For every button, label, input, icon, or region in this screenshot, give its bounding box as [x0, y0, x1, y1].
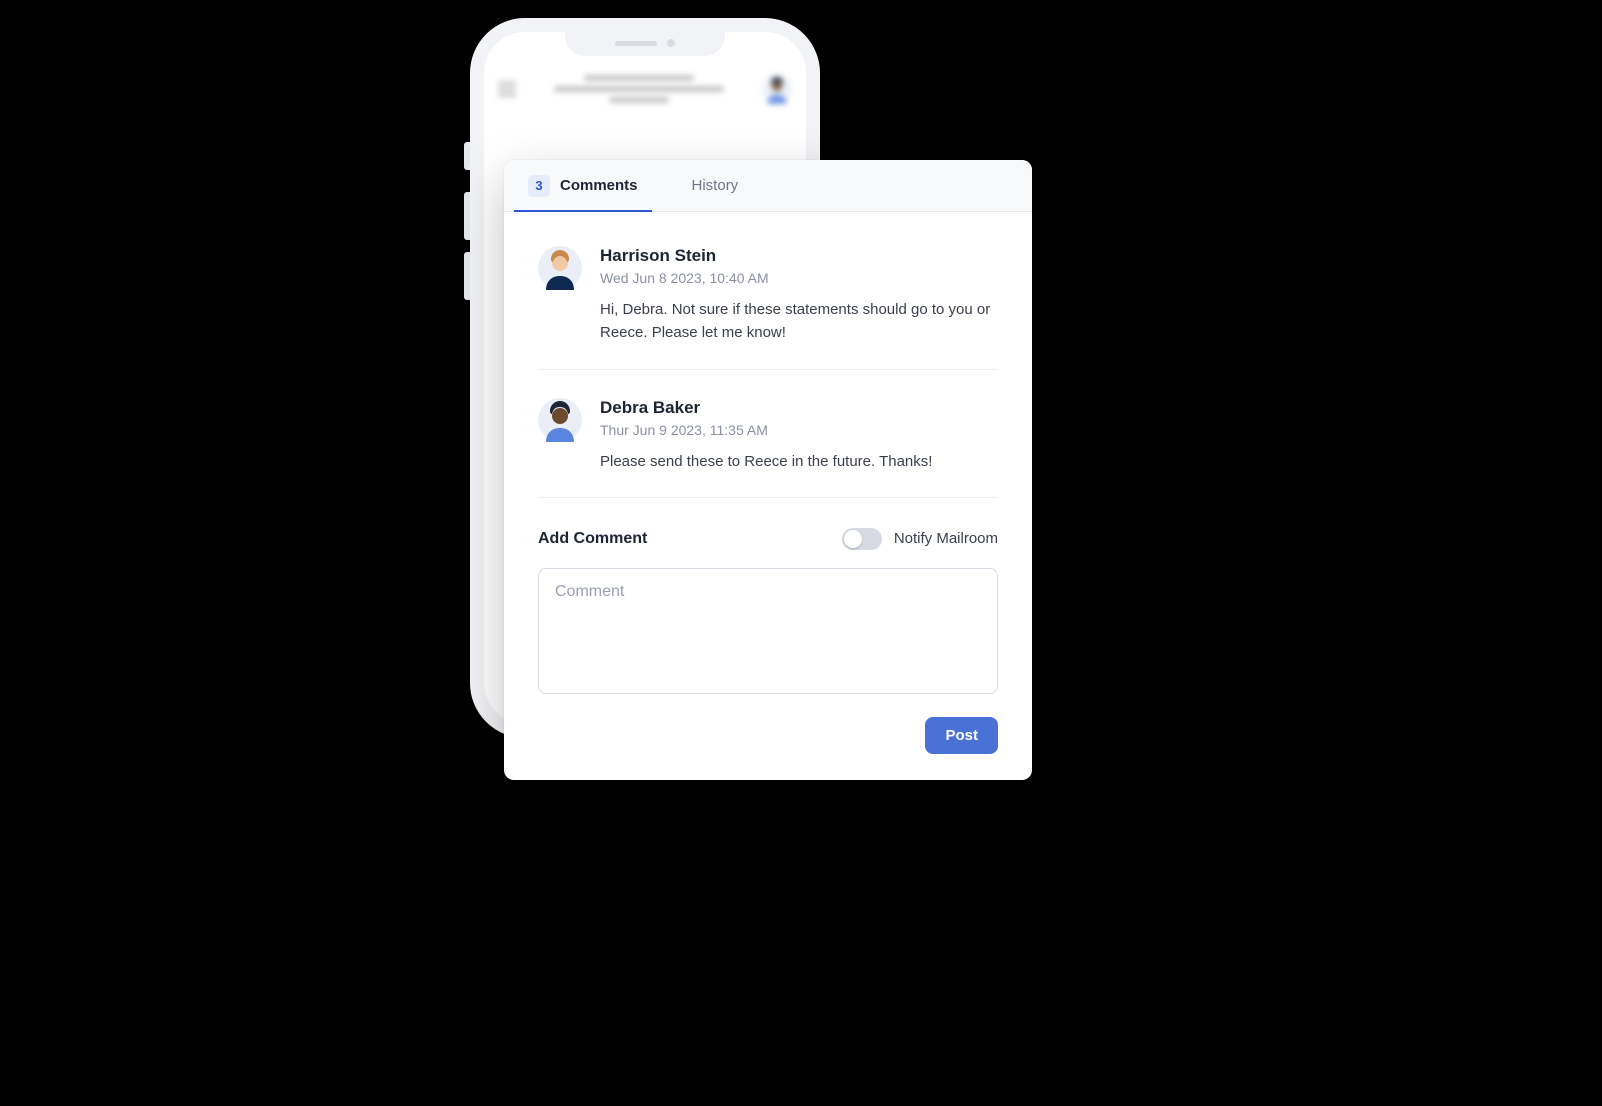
avatar — [538, 246, 582, 290]
comments-count-badge: 3 — [528, 175, 550, 197]
notify-mailroom-control: Notify Mailroom — [842, 528, 998, 550]
notify-mailroom-toggle[interactable] — [842, 528, 882, 550]
tab-bar: 3 Comments History — [504, 160, 1032, 212]
comment-item: Harrison Stein Wed Jun 8 2023, 10:40 AM … — [538, 218, 998, 370]
comments-list: Harrison Stein Wed Jun 8 2023, 10:40 AM … — [504, 212, 1032, 498]
notify-mailroom-label: Notify Mailroom — [894, 530, 998, 547]
add-comment-section: Add Comment Notify Mailroom Post — [504, 498, 1032, 780]
comments-panel: 3 Comments History Harrison Stein Wed Ju… — [504, 160, 1032, 780]
comment-timestamp: Thur Jun 9 2023, 11:35 AM — [600, 422, 998, 438]
comment-input[interactable] — [538, 568, 998, 694]
avatar — [538, 398, 582, 442]
add-comment-title: Add Comment — [538, 530, 647, 548]
tab-history[interactable]: History — [678, 160, 753, 211]
comment-timestamp: Wed Jun 8 2023, 10:40 AM — [600, 270, 998, 286]
hamburger-icon — [498, 82, 516, 96]
tab-comments-label: Comments — [560, 177, 638, 194]
comment-author: Harrison Stein — [600, 246, 998, 266]
avatar — [762, 74, 792, 104]
tab-history-label: History — [692, 177, 739, 194]
comment-message: Hi, Debra. Not sure if these statements … — [600, 298, 998, 345]
tab-comments[interactable]: 3 Comments — [514, 160, 652, 211]
comment-message: Please send these to Reece in the future… — [600, 450, 998, 473]
comment-author: Debra Baker — [600, 398, 998, 418]
comment-item: Debra Baker Thur Jun 9 2023, 11:35 AM Pl… — [538, 370, 998, 498]
post-button[interactable]: Post — [925, 717, 998, 754]
